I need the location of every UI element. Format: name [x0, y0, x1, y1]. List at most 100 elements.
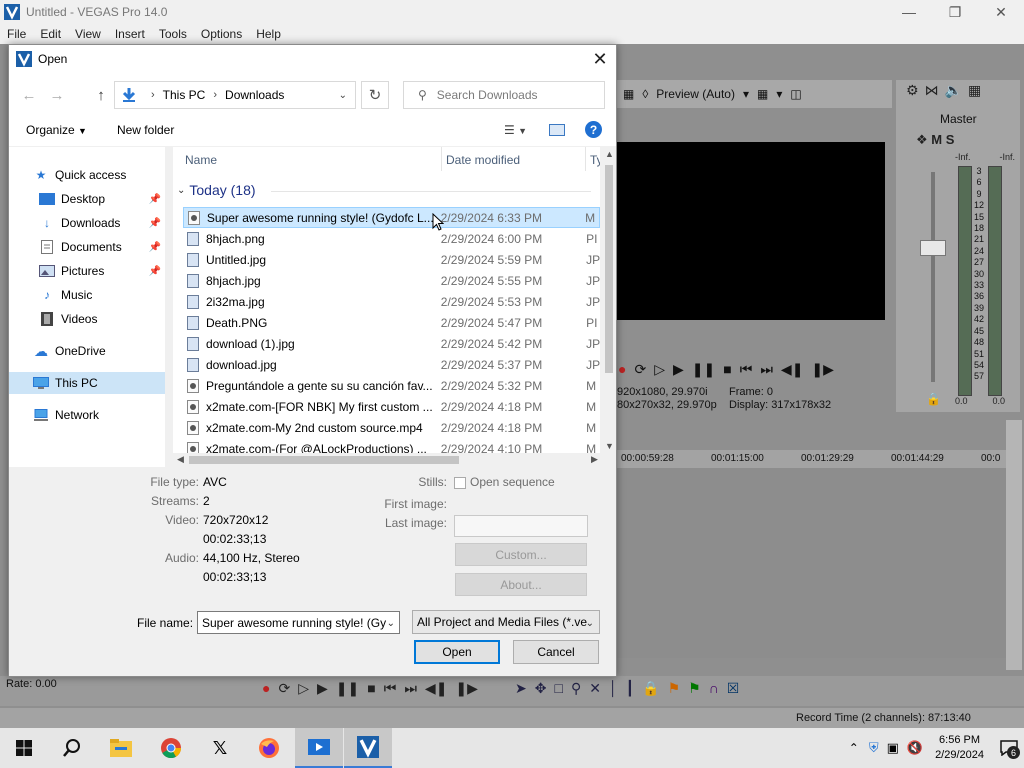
- pin-icon[interactable]: 📌: [149, 194, 161, 205]
- column-name[interactable]: Name: [185, 153, 217, 167]
- go-to-start-icon[interactable]: ⏮: [384, 680, 397, 697]
- column-divider[interactable]: [441, 147, 442, 171]
- chevron-down-icon[interactable]: ▾: [776, 87, 782, 101]
- fx-icon[interactable]: ❖: [916, 132, 928, 147]
- region-icon[interactable]: ⚑: [688, 680, 701, 697]
- delete-icon[interactable]: ✕: [589, 680, 601, 697]
- pin-icon[interactable]: 📌: [149, 266, 161, 277]
- loop-icon[interactable]: ⟳: [634, 361, 646, 378]
- file-type-select[interactable]: All Project and Media Files (*.ve ⌄: [412, 610, 600, 634]
- marker-icon[interactable]: ⚑: [668, 680, 681, 697]
- nav-network[interactable]: Network: [9, 404, 165, 426]
- go-to-start-icon[interactable]: ⏮: [740, 361, 753, 378]
- back-arrow-icon[interactable]: ←: [19, 85, 39, 105]
- file-row[interactable]: Death.PNG 2/29/2024 5:47 PM PI: [183, 312, 600, 333]
- pause-icon[interactable]: ❚❚: [692, 361, 715, 378]
- menu-insert[interactable]: Insert: [108, 27, 152, 41]
- taskbar-vegas[interactable]: [344, 728, 392, 768]
- nav-music[interactable]: ♪ Music: [9, 284, 165, 306]
- menu-options[interactable]: Options: [194, 27, 249, 41]
- nav-this-pc[interactable]: This PC: [9, 372, 165, 394]
- file-row[interactable]: Super awesome running style! (Gydofc L..…: [183, 207, 600, 228]
- menu-view[interactable]: View: [68, 27, 108, 41]
- open-sequence-checkbox[interactable]: [454, 477, 466, 489]
- pin-icon[interactable]: 📌: [149, 218, 161, 229]
- play-from-start-icon[interactable]: ▷: [654, 361, 665, 378]
- address-bar[interactable]: › This PC › Downloads ⌄: [114, 81, 356, 109]
- open-sequence-label[interactable]: Open sequence: [470, 475, 555, 489]
- last-image-field[interactable]: [454, 515, 588, 537]
- prev-frame-icon[interactable]: ◀❚: [781, 361, 804, 378]
- chevron-down-icon[interactable]: ⌄: [339, 90, 347, 101]
- menu-file[interactable]: File: [0, 27, 33, 41]
- nav-onedrive[interactable]: ☁ OneDrive: [9, 340, 165, 362]
- nav-documents[interactable]: Documents 📌: [9, 236, 165, 258]
- up-arrow-icon[interactable]: ↑: [91, 85, 111, 105]
- file-row[interactable]: Preguntándole a gente su su canción fav.…: [183, 375, 600, 396]
- play-icon[interactable]: ▶: [317, 680, 328, 697]
- menu-tools[interactable]: Tools: [152, 27, 194, 41]
- breadcrumb-downloads[interactable]: Downloads: [225, 88, 284, 102]
- cursor-tool-icon[interactable]: ➤: [515, 680, 527, 697]
- selection-tool-icon[interactable]: □: [554, 680, 562, 697]
- preview-pane-icon[interactable]: [549, 123, 565, 136]
- gear-icon[interactable]: ⚙: [906, 82, 919, 100]
- nav-pictures[interactable]: Pictures 📌: [9, 260, 165, 282]
- taskbar-firefox[interactable]: [245, 728, 293, 768]
- file-row[interactable]: download.jpg 2/29/2024 5:37 PM JP: [183, 354, 600, 375]
- pause-icon[interactable]: ❚❚: [336, 680, 359, 697]
- restore-button[interactable]: ❐: [932, 0, 978, 24]
- menu-help[interactable]: Help: [249, 27, 288, 41]
- search-input[interactable]: ⚲ Search Downloads: [403, 81, 605, 109]
- column-divider[interactable]: [585, 147, 586, 171]
- mixer-dock-icon[interactable]: ▦: [968, 82, 981, 100]
- chevron-down-icon[interactable]: ⌄: [586, 618, 594, 629]
- column-date-modified[interactable]: Date modified: [446, 153, 520, 167]
- volume-fader[interactable]: [920, 240, 946, 256]
- file-row[interactable]: 2i32ma.jpg 2/29/2024 5:53 PM JP: [183, 291, 600, 312]
- next-frame-icon[interactable]: ❚▶: [811, 361, 834, 378]
- bow-tie-icon[interactable]: ⋈: [925, 82, 939, 100]
- scroll-left-icon[interactable]: ◀: [177, 454, 184, 465]
- nav-videos[interactable]: Videos: [9, 308, 165, 330]
- speaker-muted-icon[interactable]: 🔇: [907, 740, 923, 756]
- custom-button[interactable]: Custom...: [455, 543, 587, 566]
- organize-menu[interactable]: Organize ▼: [26, 123, 87, 137]
- about-button[interactable]: About...: [455, 573, 587, 596]
- defender-icon[interactable]: ⛨: [869, 740, 879, 756]
- nav-desktop[interactable]: Desktop 📌: [9, 188, 165, 210]
- vscroll-thumb[interactable]: [605, 165, 613, 373]
- overlays-icon[interactable]: ◊: [642, 87, 648, 101]
- file-row[interactable]: x2mate.com-[FOR NBK] My first custom ...…: [183, 396, 600, 417]
- chevron-down-icon[interactable]: ▾: [743, 87, 749, 101]
- go-to-end-icon[interactable]: ⏭: [404, 680, 417, 697]
- timeline-ruler[interactable]: 00:00:59:28 00:01:15:00 00:01:29:29 00:0…: [617, 450, 1009, 468]
- split-icon[interactable]: ┃: [626, 680, 634, 697]
- auto-crossfade-icon[interactable]: ☒: [727, 680, 740, 697]
- open-button[interactable]: Open: [414, 640, 500, 664]
- menu-edit[interactable]: Edit: [33, 27, 68, 41]
- start-button[interactable]: [0, 728, 48, 768]
- nav-downloads[interactable]: ↓ Downloads 📌: [9, 212, 165, 234]
- grid-icon[interactable]: ▦: [757, 87, 768, 101]
- file-row[interactable]: Untitled.jpg 2/29/2024 5:59 PM JP: [183, 249, 600, 270]
- close-window-button[interactable]: ✕: [978, 0, 1024, 24]
- go-to-end-icon[interactable]: ⏭: [760, 361, 773, 378]
- dialog-close-button[interactable]: ✕: [588, 47, 612, 71]
- copy-snapshot-icon[interactable]: ◫: [790, 87, 801, 101]
- help-icon[interactable]: ?: [585, 121, 602, 138]
- stop-icon[interactable]: ■: [367, 680, 375, 697]
- timeline-vscroll[interactable]: [1006, 420, 1022, 670]
- envelope-tool-icon[interactable]: ✥: [535, 680, 547, 697]
- file-row[interactable]: 8hjach.jpg 2/29/2024 5:55 PM JP: [183, 270, 600, 291]
- file-list[interactable]: Name Date modified Ty ⌄ Today (18) Super…: [173, 147, 600, 457]
- timeline-tracks[interactable]: [617, 468, 1009, 658]
- stop-icon[interactable]: ■: [723, 361, 731, 377]
- column-type[interactable]: Ty: [590, 153, 600, 167]
- file-row[interactable]: x2mate.com-My 2nd custom source.mp4 2/29/…: [183, 417, 600, 438]
- forward-arrow-icon[interactable]: →: [47, 85, 67, 105]
- network-icon[interactable]: ▣: [887, 740, 899, 756]
- scroll-right-icon[interactable]: ▶: [591, 454, 598, 465]
- lock-icon[interactable]: 🔒: [642, 680, 659, 697]
- cancel-button[interactable]: Cancel: [513, 640, 599, 664]
